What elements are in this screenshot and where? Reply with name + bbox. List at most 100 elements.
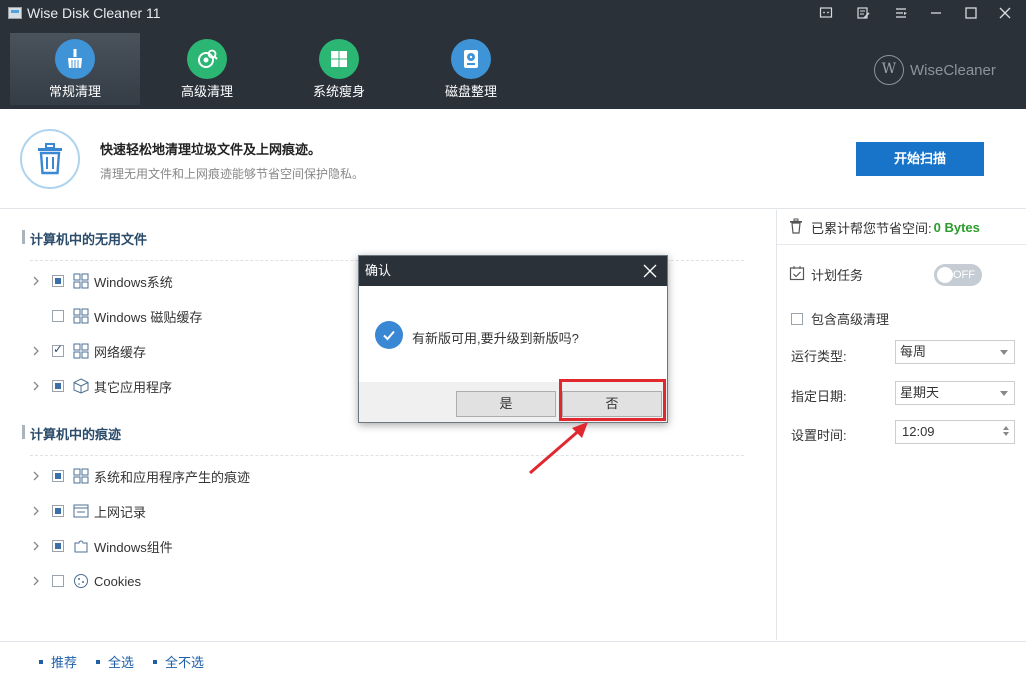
main-nav: 常规清理 高级清理 系统瘦身 磁盘整理 — [10, 33, 538, 105]
dialog-message: 有新版可用,要升级到新版吗? — [412, 331, 579, 346]
item-label: Windows组件 — [94, 539, 173, 555]
app-title: Wise Disk Cleaner 11 — [27, 5, 161, 21]
check-circle-icon — [375, 321, 403, 349]
run-type-value: 每周 — [900, 344, 927, 359]
tab-common-clean[interactable]: 常规清理 — [10, 33, 140, 105]
expand-arrow-icon[interactable] — [32, 379, 42, 394]
brand-logo: W WiseCleaner — [874, 55, 996, 85]
windows-tiles-icon — [72, 342, 90, 360]
minimize-icon[interactable] — [921, 3, 951, 23]
footer-bar: 推荐 全选 全不选 — [0, 641, 1026, 679]
windows-tiles-icon — [72, 307, 90, 325]
dialog-close-icon[interactable] — [641, 262, 659, 280]
close-icon[interactable] — [990, 3, 1020, 23]
list-item[interactable]: Cookies — [32, 571, 141, 591]
item-checkbox[interactable] — [52, 380, 64, 392]
list-item[interactable]: 上网记录 — [32, 501, 146, 521]
schedule-toggle[interactable]: OFF — [934, 264, 982, 286]
trash-small-icon — [789, 218, 803, 237]
edit-icon[interactable] — [848, 3, 878, 23]
item-checkbox[interactable] — [52, 540, 64, 552]
include-advanced-label: 包含高级清理 — [811, 312, 890, 327]
item-label: 网络缓存 — [94, 344, 147, 360]
tab-system-slim[interactable]: 系统瘦身 — [274, 33, 404, 105]
header-bar: Wise Disk Cleaner 11 常规清理 高级清理 系统瘦身 磁盘整理… — [0, 0, 1026, 109]
day-label: 指定日期: — [791, 389, 847, 404]
expand-arrow-icon[interactable] — [32, 539, 42, 554]
annotation-arrow-icon — [529, 422, 588, 475]
day-value: 星期天 — [900, 385, 940, 400]
info-title: 快速轻松地清理垃圾文件及上网痕迹。 — [100, 142, 322, 157]
windows-icon — [319, 39, 359, 79]
browser-history-icon — [72, 502, 90, 520]
list-item[interactable]: Windows组件 — [32, 536, 173, 556]
item-label: 其它应用程序 — [94, 379, 173, 395]
item-checkbox[interactable] — [52, 470, 64, 482]
saved-value: 0 Bytes — [933, 220, 980, 235]
item-label: 系统和应用程序产生的痕迹 — [94, 469, 251, 485]
list-item[interactable]: Windows 磁贴缓存 — [32, 306, 202, 326]
tab-disk-defrag[interactable]: 磁盘整理 — [406, 33, 536, 105]
expand-arrow-icon[interactable] — [32, 274, 42, 289]
info-panel: 快速轻松地清理垃圾文件及上网痕迹。 清理无用文件和上网痕迹能够节省空间保护隐私。… — [0, 109, 1026, 209]
time-input[interactable]: 12:09 — [895, 420, 1015, 444]
feedback-icon[interactable] — [811, 3, 841, 23]
brand-name: WiseCleaner — [910, 61, 996, 79]
windows-tiles-icon — [72, 467, 90, 485]
start-scan-button[interactable]: 开始扫描 — [856, 142, 984, 176]
expand-arrow-icon[interactable] — [32, 504, 42, 519]
expand-arrow-icon[interactable] — [32, 574, 42, 589]
broom-icon — [55, 39, 95, 79]
tab-label: 系统瘦身 — [312, 84, 365, 99]
expand-arrow-icon[interactable] — [32, 344, 42, 359]
item-checkbox[interactable] — [52, 310, 64, 322]
app-logo-icon — [8, 7, 22, 19]
item-label: Windows系统 — [94, 274, 173, 290]
section-heading-traces: 计算机中的痕迹 — [21, 424, 121, 443]
list-item[interactable]: Windows系统 — [32, 271, 173, 291]
package-icon — [72, 377, 90, 395]
select-all-link[interactable]: 全选 — [96, 652, 134, 671]
expand-arrow-icon[interactable] — [32, 469, 42, 484]
section-heading-junk: 计算机中的无用文件 — [21, 229, 147, 248]
include-advanced-row[interactable]: 包含高级清理 — [791, 309, 889, 328]
calendar-check-icon — [789, 265, 805, 284]
title-bar: Wise Disk Cleaner 11 — [0, 0, 1026, 26]
divider — [777, 244, 1026, 245]
schedule-label: 计划任务 — [811, 268, 864, 283]
maximize-icon[interactable] — [956, 3, 986, 23]
tab-advanced-clean[interactable]: 高级清理 — [142, 33, 272, 105]
yes-button[interactable]: 是 — [456, 391, 556, 417]
info-subtitle: 清理无用文件和上网痕迹能够节省空间保护隐私。 — [100, 167, 365, 181]
item-checkbox[interactable] — [52, 275, 64, 287]
time-spinner-icon[interactable] — [1002, 424, 1010, 438]
menu-icon[interactable] — [886, 3, 916, 23]
wisecleaner-logo-icon: W — [874, 55, 904, 85]
day-select[interactable]: 星期天 — [895, 381, 1015, 405]
select-none-link[interactable]: 全不选 — [153, 652, 204, 671]
item-label: Cookies — [94, 573, 141, 589]
dialog-title: 确认 — [359, 256, 667, 286]
item-checkbox[interactable] — [52, 505, 64, 517]
run-type-label: 运行类型: — [791, 349, 847, 364]
saved-space: 已累计帮您节省空间: 0 Bytes — [789, 218, 980, 237]
list-item[interactable]: 其它应用程序 — [32, 376, 172, 396]
tab-label: 磁盘整理 — [444, 84, 497, 99]
dialog-body: 有新版可用,要升级到新版吗? — [359, 286, 667, 382]
list-item[interactable]: 系统和应用程序产生的痕迹 — [32, 466, 250, 486]
include-advanced-checkbox[interactable] — [791, 312, 803, 325]
time-value: 12:09 — [902, 424, 935, 439]
run-type-select[interactable]: 每周 — [895, 340, 1015, 364]
disk-search-icon — [187, 39, 227, 79]
item-checkbox[interactable] — [52, 342, 64, 357]
item-label: Windows 磁贴缓存 — [94, 309, 203, 325]
list-item[interactable]: 网络缓存 — [32, 341, 146, 361]
item-label: 上网记录 — [94, 504, 147, 520]
windows-tiles-icon — [72, 272, 90, 290]
trash-icon — [20, 129, 80, 189]
recommend-link[interactable]: 推荐 — [39, 652, 77, 671]
item-checkbox[interactable] — [52, 575, 64, 587]
divider — [30, 455, 744, 456]
time-label: 设置时间: — [791, 428, 847, 443]
schedule-row: 计划任务 — [789, 265, 863, 284]
